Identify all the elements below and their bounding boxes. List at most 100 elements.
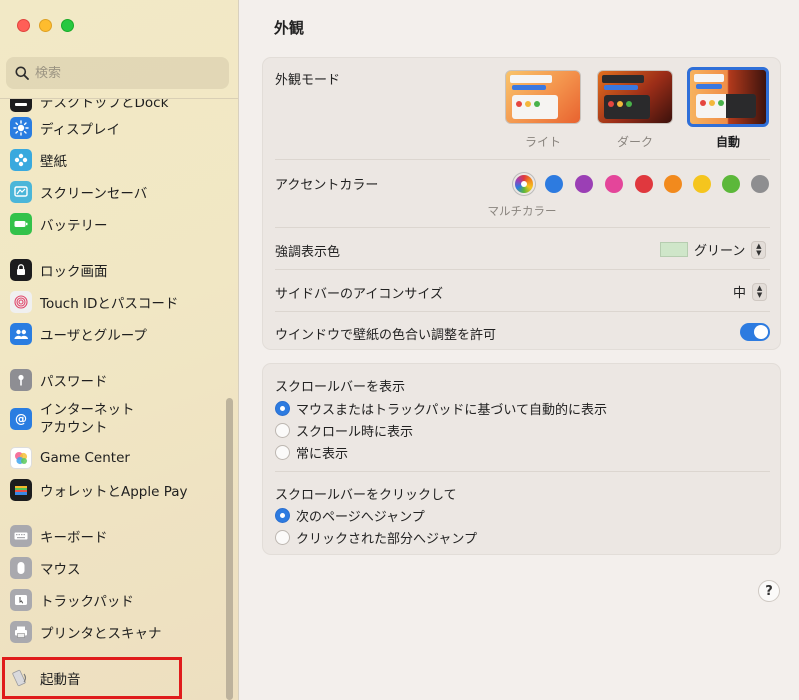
sidebar-item-display[interactable]: ディスプレイ — [10, 117, 225, 139]
appearance-auto-option[interactable] — [687, 67, 769, 127]
sidebar-item-label: インターネット アカウント — [40, 402, 135, 436]
sidebar-item-label: パスワード — [40, 374, 108, 390]
radio-button[interactable] — [275, 508, 290, 523]
jump-next-page-radio-row[interactable]: 次のページへジャンプ — [275, 506, 425, 525]
sidebar-item-label: ウォレットとApple Pay — [40, 484, 188, 500]
radio-button[interactable] — [275, 530, 290, 545]
accent-yellow-swatch[interactable] — [693, 175, 711, 193]
scrollbar-when-scrolling-radio-row[interactable]: スクロール時に表示 — [275, 421, 413, 440]
wallpaper-tint-label: ウインドウで壁紙の色合い調整を許可 — [275, 328, 497, 343]
accent-color-label: アクセントカラー — [275, 178, 379, 193]
accent-purple-swatch[interactable] — [575, 175, 593, 193]
sidebar-icon-size-value: 中 — [733, 286, 747, 301]
jump-clicked-spot-radio-row[interactable]: クリックされた部分へジャンプ — [275, 528, 477, 547]
sidebar-item-keyboard[interactable]: キーボード — [10, 525, 225, 547]
sidebar-item-users-groups[interactable]: ユーザとグループ — [10, 323, 225, 345]
appearance-light-option[interactable] — [505, 70, 581, 124]
chevron-updown-icon: ▲ ▼ — [752, 282, 768, 301]
accent-green-swatch[interactable] — [722, 175, 740, 193]
sidebar-item-label: ディスプレイ — [40, 122, 121, 138]
divider — [275, 269, 770, 270]
radio-label: クリックされた部分へジャンプ — [296, 532, 477, 547]
appearance-dark-caption: ダーク — [616, 135, 653, 149]
fingerprint-icon — [10, 291, 32, 313]
sidebar-item-passwords[interactable]: パスワード — [10, 369, 225, 391]
wallpaper-tint-toggle[interactable] — [740, 323, 770, 341]
help-button[interactable]: ? — [758, 580, 780, 602]
accent-blue-swatch[interactable] — [545, 175, 563, 193]
sidebar-item-label: Game Center — [40, 450, 130, 466]
click-scrollbar-label: スクロールバーをクリックして — [275, 488, 457, 503]
appearance-card: 外観モード ライト ダーク 自動 アクセントカラー マルチカラー 強調表示色 グ… — [262, 57, 781, 350]
radio-button[interactable] — [275, 423, 290, 438]
scrollbar-always-radio-row[interactable]: 常に表示 — [275, 443, 348, 462]
radio-label: マウスまたはトラックパッドに基づいて自動的に表示 — [296, 403, 607, 418]
scrollbar-card: スクロールバーを表示 マウスまたはトラックパッドに基づいて自動的に表示 スクロー… — [262, 363, 781, 555]
radio-button[interactable] — [275, 445, 290, 460]
close-window-button[interactable] — [17, 19, 30, 32]
highlight-color-popup[interactable]: グリーン ▲ ▼ — [660, 240, 767, 259]
main-pane: 外観 外観モード ライト ダーク 自動 アクセントカラー マルチカラー 強調表示… — [240, 0, 799, 700]
accent-multicolor-swatch[interactable] — [515, 175, 533, 193]
minimize-window-button[interactable] — [39, 19, 52, 32]
sidebar-icon-size-label: サイドバーのアイコンサイズ — [275, 287, 443, 302]
accent-graphite-swatch[interactable] — [751, 175, 769, 193]
at-sign-icon: @ — [10, 408, 32, 430]
appearance-mode-label: 外観モード — [275, 73, 341, 88]
search-icon — [15, 66, 29, 80]
sidebar-item-wallpaper[interactable]: 壁紙 — [10, 149, 225, 171]
sidebar-item-lock-screen[interactable]: ロック画面 — [10, 259, 225, 281]
users-icon — [10, 323, 32, 345]
sidebar-item-label: バッテリー — [40, 218, 108, 234]
radio-button[interactable] — [275, 401, 290, 416]
sidebar-item-label: 起動音 — [40, 672, 81, 688]
sidebar-item-mouse[interactable]: マウス — [10, 557, 225, 579]
appearance-dark-option[interactable] — [597, 70, 673, 124]
sidebar-item-desktop-dock[interactable]: デスクトップとDock — [10, 99, 225, 112]
sidebar-scrollbar[interactable] — [226, 398, 233, 700]
search-input[interactable] — [35, 65, 215, 81]
sidebar-item-screensaver[interactable]: スクリーンセーバ — [10, 181, 225, 203]
sidebar-item-printers[interactable]: プリンタとスキャナ — [10, 621, 225, 643]
lock-icon — [10, 259, 32, 281]
sidebar-item-label: キーボード — [40, 530, 108, 546]
radio-label: 常に表示 — [296, 447, 349, 462]
sidebar-list: デスクトップとDock ディスプレイ 壁紙 スクリーンセーバ バッテリー ロック… — [0, 99, 226, 700]
accent-pink-swatch[interactable] — [605, 175, 623, 193]
divider — [275, 159, 770, 160]
highlight-color-label: 強調表示色 — [275, 245, 341, 260]
game-center-icon — [10, 447, 32, 469]
sidebar-item-label: 壁紙 — [40, 154, 67, 170]
sidebar-item-trackpad[interactable]: トラックパッド — [10, 589, 225, 611]
scrollbar-auto-radio-row[interactable]: マウスまたはトラックパッドに基づいて自動的に表示 — [275, 399, 607, 418]
sidebar-item-battery[interactable]: バッテリー — [10, 213, 225, 235]
accent-orange-swatch[interactable] — [664, 175, 682, 193]
sidebar-item-label: マウス — [40, 562, 81, 578]
highlight-color-swatch — [660, 242, 688, 257]
sidebar-icon-size-popup[interactable]: 中 ▲ ▼ — [733, 282, 768, 301]
search-field[interactable] — [6, 57, 229, 89]
window-controls — [17, 19, 74, 32]
zoom-window-button[interactable] — [61, 19, 74, 32]
sidebar-item-label: プリンタとスキャナ — [40, 626, 162, 642]
printer-icon — [10, 621, 32, 643]
sidebar-item-internet-accounts[interactable]: @ インターネット アカウント — [10, 401, 225, 437]
appearance-light-caption: ライト — [524, 135, 561, 149]
page-title: 外観 — [274, 19, 305, 37]
sidebar-item-startup-sound[interactable]: 起動音 — [10, 667, 225, 689]
sidebar-item-wallet[interactable]: ウォレットとApple Pay — [10, 479, 225, 501]
sidebar-item-touch-id[interactable]: Touch IDとパスコード — [10, 291, 225, 313]
sidebar-item-label: ロック画面 — [40, 264, 108, 280]
display-brightness-icon — [10, 117, 32, 139]
accent-red-swatch[interactable] — [635, 175, 653, 193]
sidebar-item-label: スクリーンセーバ — [40, 186, 148, 202]
radio-label: スクロール時に表示 — [296, 425, 414, 440]
battery-icon — [10, 213, 32, 235]
radio-label: 次のページへジャンプ — [296, 510, 425, 525]
highlight-color-value: グリーン — [694, 244, 746, 259]
screensaver-icon — [10, 181, 32, 203]
sidebar-item-label: ユーザとグループ — [40, 328, 147, 344]
appearance-auto-caption: 自動 — [715, 135, 740, 149]
divider — [275, 227, 770, 228]
sidebar-item-game-center[interactable]: Game Center — [10, 447, 225, 469]
